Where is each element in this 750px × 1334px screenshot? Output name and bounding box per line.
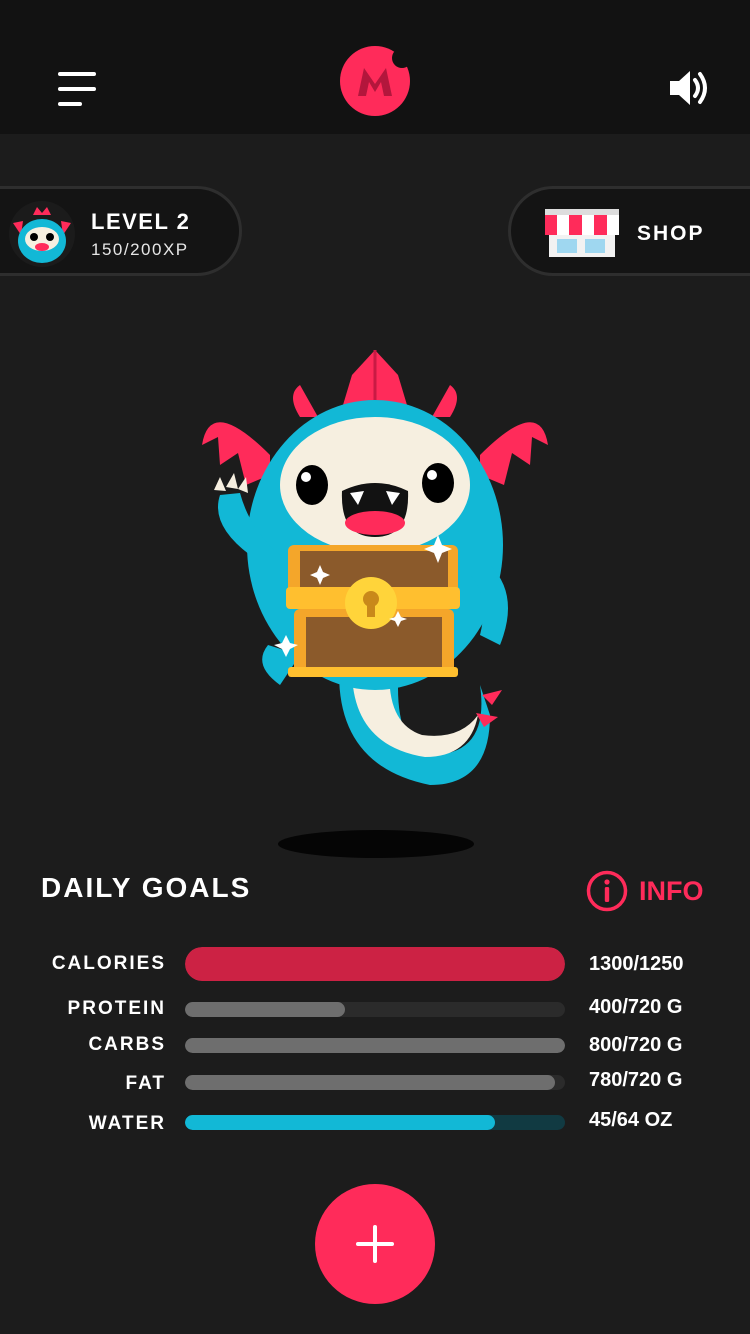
level-title: LEVEL 2 [91,209,191,234]
info-label: INFO [639,876,704,906]
goal-value: 45/64 OZ [589,1109,673,1131]
m-logo-icon[interactable] [340,46,410,116]
progress-track [185,947,565,981]
goal-value: 400/720 G [589,996,683,1018]
menu-button[interactable] [58,72,98,108]
goal-label: FAT [125,1073,166,1094]
add-entry-button[interactable] [315,1184,435,1304]
top-bar [0,0,750,134]
progress-track [185,1038,565,1053]
progress-fill [185,1038,565,1053]
progress-track [185,1115,565,1130]
goal-label: PROTEIN [67,998,166,1019]
progress-fill [185,1075,556,1090]
shop-button[interactable]: SHOP [508,186,750,276]
goal-value: 780/720 G [589,1069,683,1091]
level-badge[interactable]: LEVEL 2 150/200XP [0,186,242,276]
progress-fill [185,947,565,981]
speaker-icon[interactable] [666,66,712,110]
mascot-shadow [278,830,474,858]
goal-label: CARBS [88,1034,166,1055]
daily-goals-title: DAILY GOALS [41,872,252,903]
dragon-with-treasure-chest[interactable] [190,345,560,805]
shop-label: SHOP [637,222,705,245]
dragon-avatar-icon [9,201,75,267]
goal-label: CALORIES [51,953,166,974]
progress-fill [185,1115,496,1130]
progress-track [185,1002,565,1017]
goal-label: WATER [88,1113,166,1134]
storefront-icon [545,209,619,257]
info-circle-icon [586,870,628,912]
progress-track [185,1075,565,1090]
progress-fill [185,1002,345,1017]
level-xp: 150/200XP [91,240,189,259]
goal-value: 1300/1250 [589,953,684,975]
goal-value: 800/720 G [589,1034,683,1056]
